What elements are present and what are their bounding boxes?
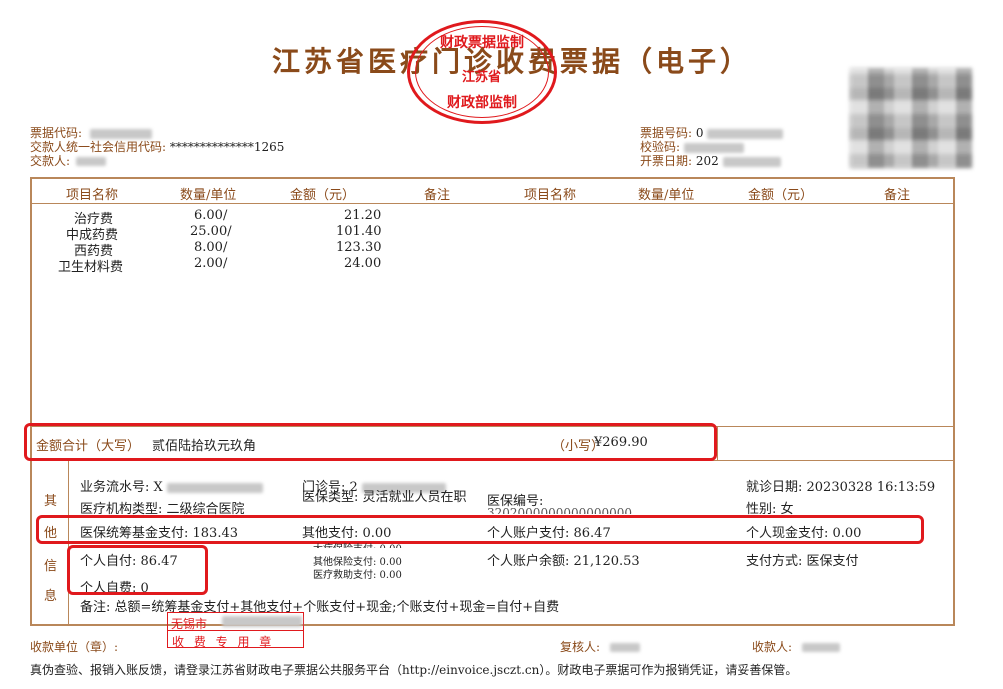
payee-unit-label: 收款单位（章）:: [30, 640, 119, 654]
col-header-qty-2: 数量/单位: [638, 188, 695, 203]
insurance-type: 医保类型: 灵活就业人员在职: [302, 490, 467, 505]
cashier-label: 收款人:: [752, 640, 793, 654]
visit-date: 就诊日期: 20230328 16:13:59: [746, 480, 936, 495]
serial-label: 业务流水号:: [80, 480, 150, 495]
reviewer-row: 复核人:: [560, 638, 640, 655]
pay-method: 支付方式: 医保支付: [746, 554, 859, 569]
payer-label: 交款人:: [30, 154, 71, 168]
payment-highlight-box: [36, 515, 924, 544]
verification-notice: 真伪查验、报销入账反馈，请登录江苏省财政电子票据公共服务平台（http://ei…: [30, 663, 798, 677]
issue-date-label: 开票日期:: [640, 154, 693, 168]
self-pay-highlight-box: [67, 545, 208, 595]
table-row-qty: 25.00/: [190, 224, 232, 239]
qr-code-overlay: [850, 68, 972, 168]
table-row-amount: 101.40: [336, 224, 382, 239]
seal-bottom-text: 财政部监制: [447, 95, 517, 111]
table-row-qty: 2.00/: [194, 256, 228, 271]
cashier-redacted: [801, 643, 840, 652]
col-header-remark-2: 备注: [884, 188, 911, 203]
reviewer-redacted: [609, 643, 640, 652]
cashier-row: 收款人:: [752, 638, 840, 655]
payer-redacted: [75, 157, 106, 166]
side-char: 其: [44, 494, 58, 509]
table-row-amount: 123.30: [336, 240, 382, 255]
credit-code-value: **************1265: [169, 140, 285, 154]
col-header-amount-2: 金额（元）: [748, 188, 814, 203]
bill-number-redacted: [707, 128, 784, 139]
side-char: 信: [44, 559, 58, 574]
col-header-item-2: 项目名称: [524, 188, 577, 203]
issue-date-redacted: [722, 156, 781, 167]
col-header-qty: 数量/单位: [180, 188, 237, 203]
reviewer-label: 复核人:: [560, 640, 601, 654]
seal-top-text: 财政票据监制: [440, 35, 524, 51]
serial-redacted: [166, 482, 263, 493]
seal-mid-text: 江苏省: [462, 70, 502, 85]
check-code-redacted: [683, 142, 744, 153]
fee-stamp-redacted: [222, 616, 302, 627]
table-row-name: 卫生材料费: [58, 260, 124, 275]
table-row-qty: 6.00/: [194, 208, 228, 223]
account-balance: 个人账户余额: 21,120.53: [487, 554, 640, 569]
col-header-item: 项目名称: [66, 188, 119, 203]
table-row-amount: 24.00: [344, 256, 382, 271]
serial-row: 业务流水号: X: [80, 476, 263, 495]
payer-row: 交款人:: [30, 152, 106, 169]
col-header-remark: 备注: [424, 188, 451, 203]
note: 备注: 总额=统筹基金支付+其他支付+个账支付+现金;个账支付+现金=自付+自费: [80, 600, 560, 615]
total-col-divider: [717, 426, 718, 460]
fee-stamp-city: 无锡市: [171, 617, 208, 631]
issue-date-value: 202: [695, 154, 719, 168]
bill-code-redacted: [89, 128, 152, 139]
issue-date-row: 开票日期: 202: [640, 152, 781, 169]
fee-stamp-text: 收 费 专 用 章: [172, 635, 275, 649]
aid-pay: 医疗救助支付: 0.00: [313, 570, 402, 581]
table-row-qty: 8.00/: [194, 240, 228, 255]
big-ins-pay: 大病保险支付: 0.00: [313, 540, 402, 548]
insurance-no-value: 3202000000000000000: [487, 506, 633, 514]
table-row-amount: 21.20: [344, 208, 382, 223]
total-highlight-box: [24, 423, 717, 461]
serial-value: X: [153, 480, 163, 495]
side-char: 息: [44, 589, 58, 604]
col-header-amount: 金额（元）: [290, 188, 356, 203]
header-divider: [30, 203, 955, 204]
